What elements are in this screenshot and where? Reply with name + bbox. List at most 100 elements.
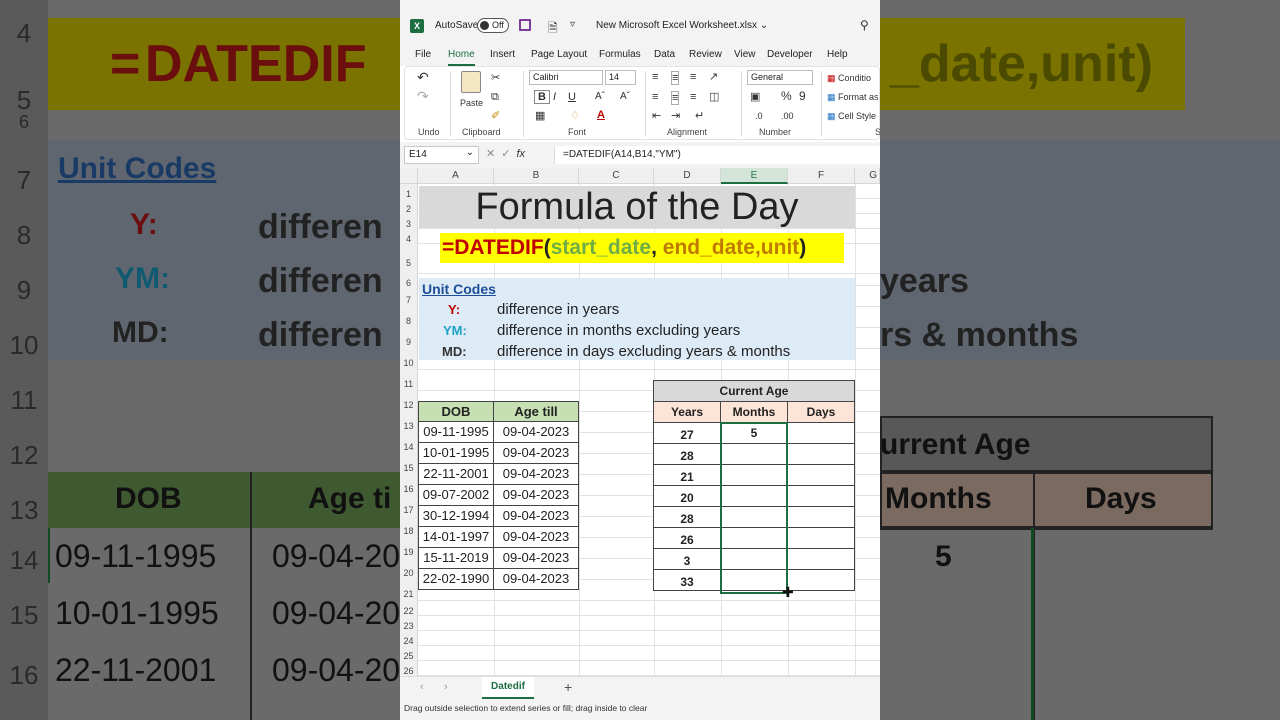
age-till-cell[interactable]: 09-04-2023 — [493, 568, 579, 590]
fill-color-icon[interactable]: ♢ — [570, 110, 580, 122]
decrease-decimal-icon[interactable]: .00 — [781, 110, 794, 122]
row-header[interactable]: 18 — [400, 517, 418, 538]
paste-icon[interactable] — [461, 71, 481, 93]
align-right-icon[interactable]: ≡ — [690, 91, 696, 103]
row-header[interactable]: 8 — [400, 307, 418, 328]
selection-range[interactable] — [720, 422, 788, 594]
column-header-b[interactable]: B — [494, 168, 579, 184]
redo-icon[interactable]: ↷ — [417, 89, 429, 103]
row-header[interactable]: 3 — [400, 214, 418, 229]
age-till-cell[interactable]: 09-04-2023 — [493, 484, 579, 506]
merge-center-icon[interactable]: ◫ — [709, 91, 719, 103]
row-header[interactable]: 19 — [400, 538, 418, 559]
customize-toolbar-icon[interactable]: ▿ — [570, 19, 575, 30]
wrap-text-icon[interactable]: ↵ — [695, 110, 704, 122]
increase-font-icon[interactable]: Aˆ — [595, 91, 605, 103]
undo-icon[interactable]: ↶ — [417, 70, 429, 84]
row-header[interactable]: 10 — [400, 349, 418, 370]
row-header[interactable]: 22 — [400, 601, 418, 616]
dob-cell[interactable]: 14-01-1997 — [418, 526, 494, 548]
font-size-select[interactable]: 14 — [605, 70, 636, 85]
enter-icon[interactable]: ✓ — [501, 148, 516, 160]
fx-icon[interactable]: fx — [516, 148, 525, 160]
days-cell[interactable] — [787, 443, 855, 465]
row-header[interactable]: 24 — [400, 631, 418, 646]
number-format-select[interactable]: General — [747, 70, 813, 85]
row-header[interactable]: 5 — [400, 244, 418, 274]
years-cell[interactable]: 28 — [653, 443, 721, 465]
age-till-cell[interactable]: 09-04-2023 — [493, 526, 579, 548]
decrease-font-icon[interactable]: Aˇ — [620, 91, 630, 103]
underline-button[interactable]: U — [568, 91, 576, 103]
age-till-cell[interactable]: 09-04-2023 — [493, 547, 579, 569]
column-header-c[interactable]: C — [579, 168, 654, 184]
top-align-icon[interactable]: ≡ — [652, 71, 658, 83]
row-header[interactable]: 1 — [400, 184, 418, 199]
column-header-g[interactable]: G — [855, 168, 880, 184]
search-icon[interactable]: ⚲ — [860, 18, 869, 32]
row-header[interactable]: 25 — [400, 646, 418, 661]
dob-cell[interactable]: 22-11-2001 — [418, 463, 494, 485]
days-cell[interactable] — [787, 527, 855, 549]
row-header[interactable]: 14 — [400, 433, 418, 454]
conditional-formatting-button[interactable]: ▦ Conditio — [827, 72, 871, 84]
row-header[interactable]: 15 — [400, 454, 418, 475]
row-header[interactable]: 17 — [400, 496, 418, 517]
days-cell[interactable] — [787, 506, 855, 528]
days-cell[interactable] — [787, 422, 855, 444]
dob-cell[interactable]: 30-12-1994 — [418, 505, 494, 527]
age-till-cell[interactable]: 09-04-2023 — [493, 463, 579, 485]
percent-icon[interactable]: % — [781, 90, 792, 102]
worksheet-grid[interactable]: A B C D E F G 1 2 3 4 5 6 7 8 9 10 11 12 13 14 15 16 17 1… — [400, 168, 880, 676]
dob-cell[interactable]: 15-11-2019 — [418, 547, 494, 569]
format-painter-icon[interactable]: ✐ — [491, 110, 500, 122]
row-header[interactable]: 20 — [400, 559, 418, 580]
name-box[interactable]: E14 — [404, 145, 479, 164]
middle-align-icon[interactable]: ≡ — [671, 71, 680, 85]
years-cell[interactable]: 21 — [653, 464, 721, 486]
years-cell[interactable]: 28 — [653, 506, 721, 528]
select-all-corner[interactable] — [400, 168, 418, 184]
increase-decimal-icon[interactable]: .0 — [755, 110, 763, 122]
tab-home[interactable]: Home — [448, 48, 475, 66]
dob-cell[interactable]: 09-11-1995 — [418, 421, 494, 443]
years-cell[interactable]: 33 — [653, 569, 721, 591]
age-till-cell[interactable]: 09-04-2023 — [493, 442, 579, 464]
row-header[interactable]: 16 — [400, 475, 418, 496]
years-cell[interactable]: 27 — [653, 422, 721, 444]
tab-insert[interactable]: Insert — [490, 48, 515, 62]
align-left-icon[interactable]: ≡ — [652, 91, 658, 103]
row-header[interactable]: 4 — [400, 229, 418, 244]
row-header[interactable]: 6 — [400, 274, 418, 288]
column-header-e[interactable]: E — [721, 168, 788, 184]
row-header[interactable]: 11 — [400, 370, 418, 391]
formula-input[interactable]: =DATEDIF(A14,B14,"YM") — [554, 146, 880, 164]
row-header[interactable]: 13 — [400, 412, 418, 433]
italic-button[interactable]: I — [553, 91, 556, 103]
font-name-select[interactable]: Calibri — [529, 70, 603, 85]
autosave-toggle[interactable]: Off — [477, 18, 509, 33]
row-header[interactable]: 23 — [400, 616, 418, 631]
dob-cell[interactable]: 09-07-2002 — [418, 484, 494, 506]
column-header-d[interactable]: D — [654, 168, 721, 184]
cut-icon[interactable]: ✂ — [491, 72, 500, 84]
days-cell[interactable] — [787, 569, 855, 591]
tab-file[interactable]: File — [415, 48, 431, 62]
comma-style-icon[interactable]: 9 — [799, 90, 806, 102]
days-cell[interactable] — [787, 464, 855, 486]
sheet-tab-datedif[interactable]: Datedif — [482, 677, 534, 699]
days-cell[interactable] — [787, 548, 855, 570]
years-cell[interactable]: 20 — [653, 485, 721, 507]
accounting-format-icon[interactable]: ▣ — [750, 91, 760, 103]
row-header[interactable]: 9 — [400, 328, 418, 349]
font-color-icon[interactable]: A — [597, 109, 605, 121]
row-header[interactable]: 7 — [400, 286, 418, 307]
column-header-a[interactable]: A — [418, 168, 494, 184]
tab-page-layout[interactable]: Page Layout — [531, 48, 587, 62]
borders-icon[interactable]: ▦ — [535, 110, 545, 122]
tab-review[interactable]: Review — [689, 48, 722, 62]
years-cell[interactable]: 3 — [653, 548, 721, 570]
next-sheet-icon[interactable]: › — [444, 681, 448, 693]
page-icon[interactable]: 🗎 — [548, 19, 558, 40]
row-header[interactable]: 12 — [400, 391, 418, 412]
